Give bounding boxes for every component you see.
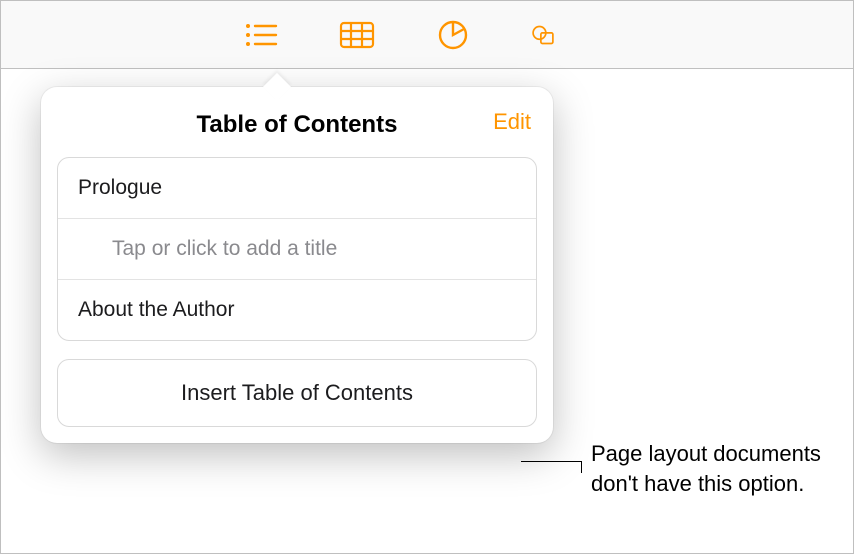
toc-item[interactable]: Prologue xyxy=(58,158,536,219)
callout-leader-line xyxy=(521,461,581,462)
edit-button[interactable]: Edit xyxy=(493,109,531,135)
insert-toc-button[interactable]: Insert Table of Contents xyxy=(57,359,537,427)
toc-item[interactable]: About the Author xyxy=(58,280,536,340)
chart-icon[interactable] xyxy=(435,17,471,53)
shape-icon[interactable] xyxy=(531,17,555,53)
popover-title: Table of Contents xyxy=(197,111,398,139)
list-icon[interactable] xyxy=(243,17,279,53)
toc-list: Prologue Tap or click to add a title Abo… xyxy=(57,157,537,341)
toolbar xyxy=(1,1,853,69)
toc-popover: Table of Contents Edit Prologue Tap or c… xyxy=(41,87,553,443)
table-icon[interactable] xyxy=(339,17,375,53)
callout-text: Page layout documents don't have this op… xyxy=(591,439,835,498)
toc-item-placeholder[interactable]: Tap or click to add a title xyxy=(58,219,536,280)
